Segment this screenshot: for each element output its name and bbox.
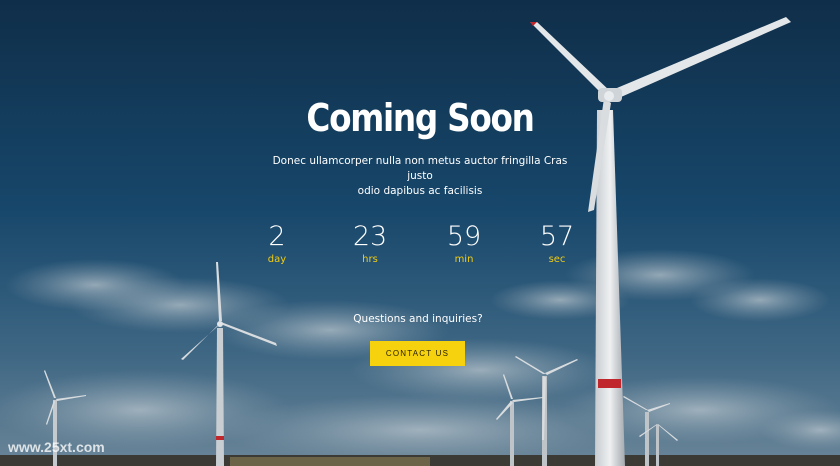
page-subtitle: Donec ullamcorper nulla non metus auctor… xyxy=(270,154,570,199)
countdown-unit: min xyxy=(454,254,474,265)
countdown-value: 59 xyxy=(446,221,482,252)
countdown-minutes: 59 min xyxy=(419,220,509,266)
countdown-unit: hrs xyxy=(362,254,378,265)
countdown-value: 2 xyxy=(268,221,286,252)
subtitle-line: Donec ullamcorper nulla non metus auctor… xyxy=(272,155,568,182)
page-title: Coming Soon xyxy=(306,96,535,140)
countdown-unit: day xyxy=(267,254,287,265)
countdown-seconds: 57 sec xyxy=(512,220,602,266)
contact-us-button[interactable]: CONTACT US xyxy=(370,341,465,366)
contact-question: Questions and inquiries? xyxy=(353,313,483,325)
coming-soon-page: Coming Soon Donec ullamcorper nulla non … xyxy=(0,0,840,466)
subtitle-line: odio dapibus ac facilisis xyxy=(357,185,483,197)
countdown-unit: sec xyxy=(548,254,566,265)
watermark: www.25xt.com xyxy=(8,439,105,455)
countdown-hours: 23 hrs xyxy=(325,220,415,266)
countdown-days: 2 day xyxy=(232,220,322,266)
countdown-value: 57 xyxy=(539,221,575,252)
countdown-value: 23 xyxy=(352,221,388,252)
